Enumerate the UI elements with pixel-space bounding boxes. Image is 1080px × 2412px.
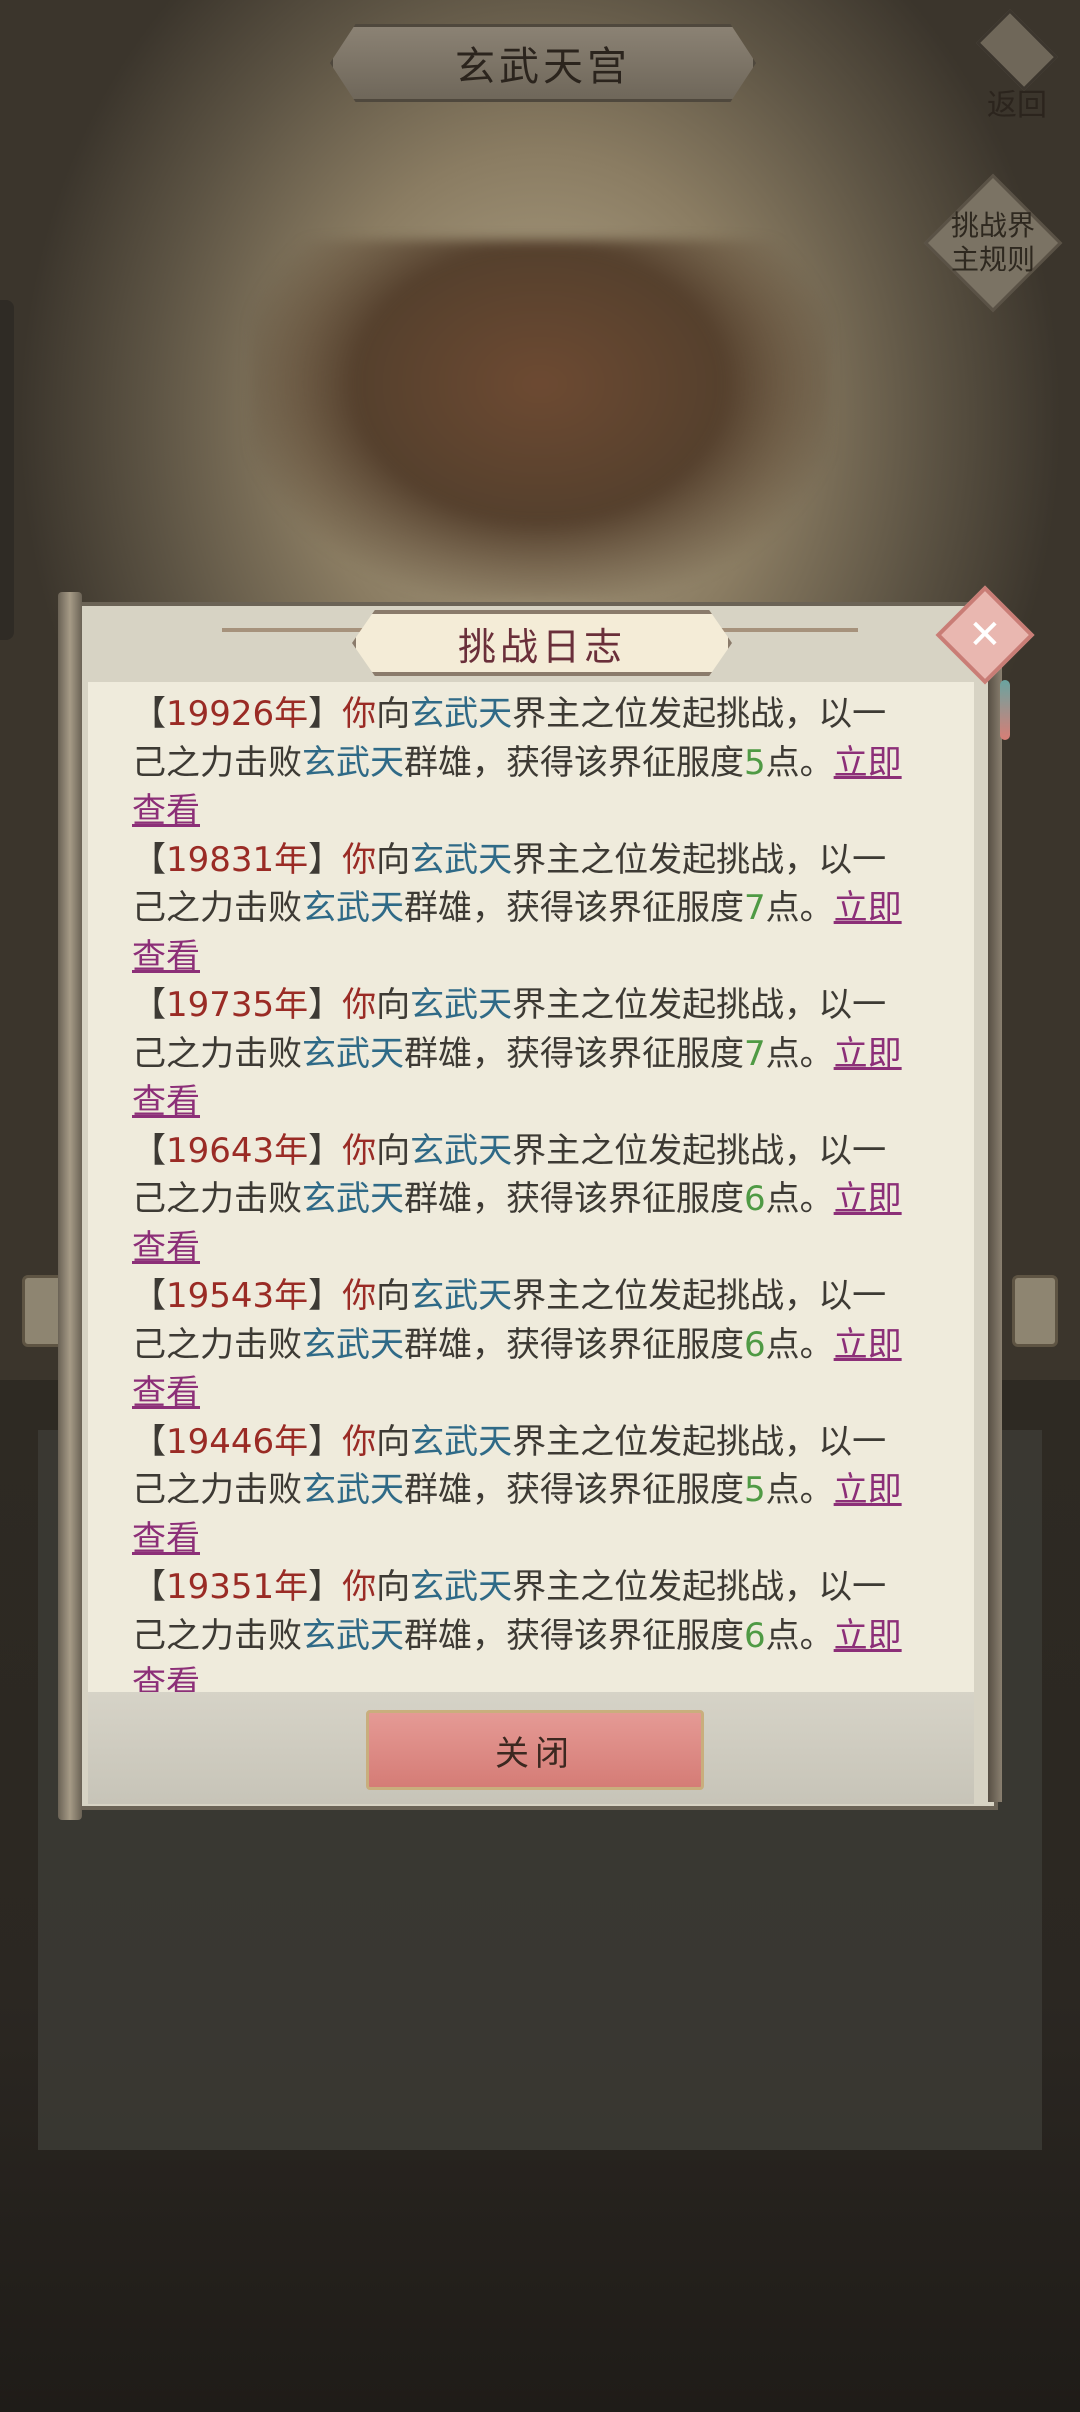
entry-text: 群雄，获得该界征服度: [404, 1033, 744, 1074]
tassel-icon: [1000, 680, 1010, 740]
right-scroll-end: [1012, 1275, 1058, 1347]
entry-you: 你: [342, 1421, 377, 1462]
entry-points: 5: [744, 742, 766, 783]
entry-text: 点。: [765, 1470, 834, 1510]
left-side-tab: [0, 300, 14, 640]
entry-text: 点。: [765, 742, 834, 783]
entry-points: 6: [744, 1615, 766, 1656]
entry-text: 群雄，获得该界征服度: [404, 1179, 744, 1219]
entry-year: 19351年: [166, 1567, 309, 1607]
bracket-close: 】: [308, 1567, 343, 1607]
back-arrow-icon: [975, 8, 1059, 92]
log-entry: 【19926年】你向玄武天界主之位发起挑战，以一己之力击败玄武天群雄，获得该界征…: [132, 690, 910, 836]
entry-points: 7: [744, 1033, 766, 1074]
entry-text: 群雄，获得该界征服度: [404, 888, 744, 928]
bracket-open: 【: [132, 1421, 166, 1462]
bracket-close: 】: [308, 694, 343, 734]
entry-you: 你: [342, 1567, 377, 1607]
entry-text: 点。: [765, 1324, 834, 1365]
entry-text: 群雄，获得该界征服度: [404, 1615, 744, 1656]
entry-text: 向: [376, 1421, 411, 1462]
bracket-close: 】: [308, 839, 343, 880]
bracket-open: 【: [132, 985, 166, 1025]
entry-text: 点。: [765, 1615, 834, 1656]
close-button-label: 关闭: [495, 1733, 575, 1774]
entry-realm: 玄武天: [410, 1567, 513, 1607]
entry-you: 你: [342, 694, 377, 734]
entry-you: 你: [342, 1276, 377, 1316]
entry-year: 19446年: [166, 1421, 309, 1462]
entry-realm: 玄武天: [302, 888, 404, 928]
page-title-plaque: 玄武天宫: [330, 24, 756, 102]
bracket-close: 】: [308, 1421, 343, 1462]
entry-text: 向: [376, 1567, 411, 1607]
bracket-open: 【: [132, 1276, 166, 1316]
entry-text: 群雄，获得该界征服度: [404, 1470, 744, 1510]
entry-year: 19831年: [166, 839, 309, 880]
entry-points: 5: [744, 1470, 766, 1510]
entry-realm: 玄武天: [410, 839, 513, 880]
entry-realm: 玄武天: [302, 1615, 404, 1656]
log-entry: 【19643年】你向玄武天界主之位发起挑战，以一己之力击败玄武天群雄，获得该界征…: [132, 1127, 910, 1273]
bracket-open: 【: [132, 839, 166, 880]
log-entry: 【19543年】你向玄武天界主之位发起挑战，以一己之力击败玄武天群雄，获得该界征…: [132, 1272, 910, 1418]
bracket-close: 】: [308, 985, 343, 1025]
close-button[interactable]: 关闭: [366, 1710, 704, 1790]
entry-realm: 玄武天: [302, 1470, 404, 1510]
entry-realm: 玄武天: [410, 1130, 513, 1171]
bracket-open: 【: [132, 694, 166, 734]
log-list: 【19926年】你向玄武天界主之位发起挑战，以一己之力击败玄武天群雄，获得该界征…: [88, 682, 974, 1692]
entry-points: 6: [744, 1179, 766, 1219]
entry-text: 点。: [765, 888, 834, 928]
back-label: 返回: [987, 88, 1047, 123]
scroll-rod-left: [58, 592, 82, 1820]
bracket-close: 】: [308, 1276, 343, 1316]
log-entry: 【19831年】你向玄武天界主之位发起挑战，以一己之力击败玄武天群雄，获得该界征…: [132, 836, 910, 982]
page-title: 玄武天宫: [455, 44, 631, 90]
entry-text: 向: [376, 985, 411, 1025]
dialog-title-plaque: 挑战日志: [352, 610, 732, 676]
entry-year: 19735年: [166, 985, 309, 1025]
entry-realm: 玄武天: [410, 1276, 513, 1316]
entry-text: 群雄，获得该界征服度: [404, 742, 744, 783]
entry-realm: 玄武天: [302, 1324, 404, 1365]
entry-realm: 玄武天: [410, 1421, 513, 1462]
entry-text: 点。: [765, 1179, 834, 1219]
entry-realm: 玄武天: [410, 694, 513, 734]
bracket-open: 【: [132, 1567, 166, 1607]
entry-text: 点。: [765, 1033, 834, 1074]
back-button[interactable]: 返回: [972, 8, 1062, 124]
rules-button[interactable]: 挑战界主规则: [923, 173, 1063, 313]
log-entry: 【19351年】你向玄武天界主之位发起挑战，以一己之力击败玄武天群雄，获得该界征…: [132, 1563, 910, 1692]
log-entry: 【19446年】你向玄武天界主之位发起挑战，以一己之力击败玄武天群雄，获得该界征…: [132, 1418, 910, 1564]
entry-text: 向: [376, 839, 411, 880]
entry-year: 19543年: [166, 1276, 309, 1316]
dialog-title: 挑战日志: [457, 624, 626, 669]
log-scroll-area[interactable]: 【19926年】你向玄武天界主之位发起挑战，以一己之力击败玄武天群雄，获得该界征…: [88, 682, 974, 1692]
bracket-open: 【: [132, 1130, 166, 1171]
entry-you: 你: [342, 839, 377, 880]
entry-text: 向: [376, 694, 411, 734]
palace-illustration: [250, 240, 830, 600]
entry-text: 向: [376, 1130, 411, 1171]
entry-realm: 玄武天: [302, 1179, 404, 1219]
scroll-rod-right: [988, 612, 1002, 1802]
entry-realm: 玄武天: [410, 985, 513, 1025]
entry-year: 19643年: [166, 1130, 309, 1171]
entry-realm: 玄武天: [302, 1033, 404, 1074]
entry-year: 19926年: [166, 694, 309, 734]
entry-points: 6: [744, 1324, 766, 1365]
entry-you: 你: [342, 985, 377, 1025]
bracket-close: 】: [308, 1130, 343, 1171]
entry-text: 向: [376, 1276, 411, 1316]
entry-points: 7: [744, 888, 766, 928]
rules-label: 挑战界主规则: [950, 209, 1035, 276]
entry-realm: 玄武天: [302, 742, 404, 783]
log-entry: 【19735年】你向玄武天界主之位发起挑战，以一己之力击败玄武天群雄，获得该界征…: [132, 981, 910, 1127]
entry-text: 群雄，获得该界征服度: [404, 1324, 744, 1365]
challenge-log-dialog: 挑战日志 ✕ 【19926年】你向玄武天界主之位发起挑战，以一己之力击败玄武天群…: [58, 585, 1035, 1820]
entry-you: 你: [342, 1130, 377, 1171]
